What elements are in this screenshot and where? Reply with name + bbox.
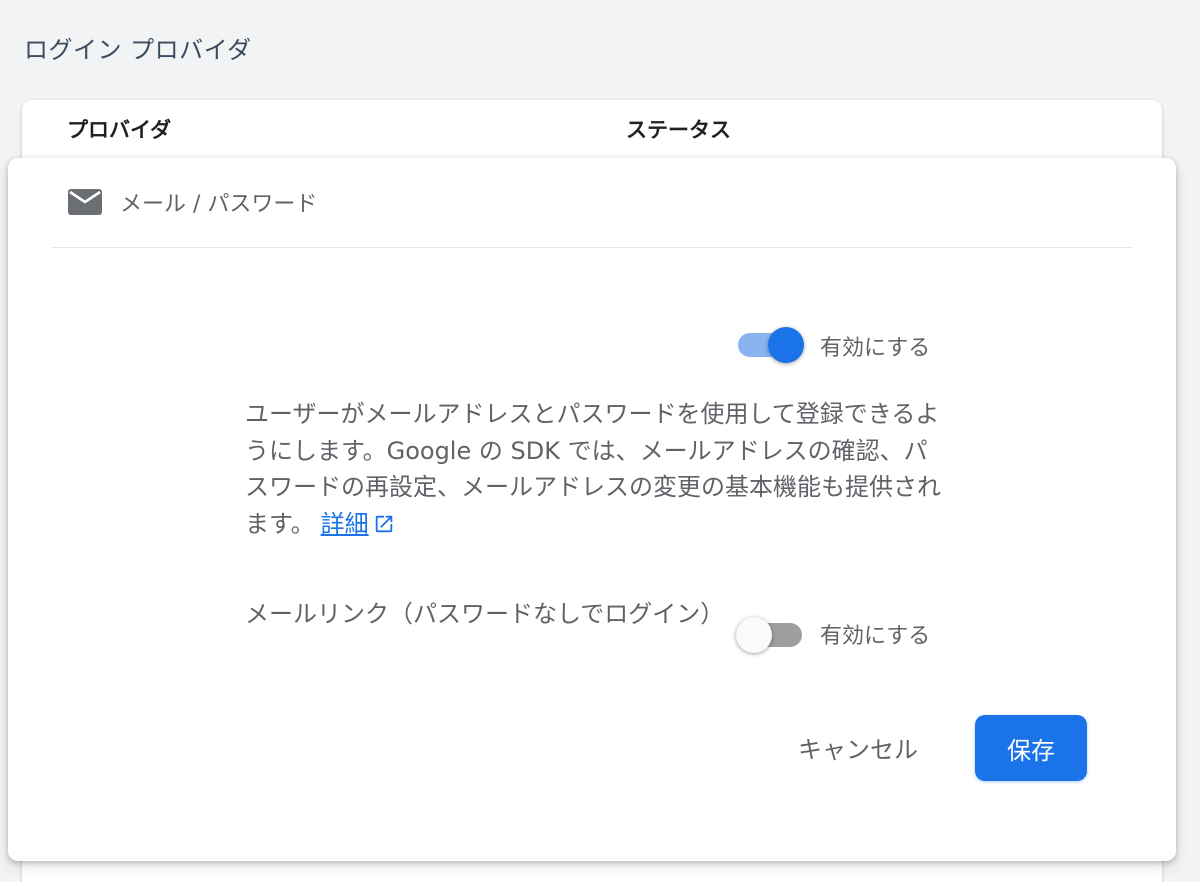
mail-icon xyxy=(68,188,102,216)
open-in-new-icon xyxy=(373,509,395,546)
email-link-toggle-label: 有効にする xyxy=(820,624,931,649)
provider-name: メール / パスワード xyxy=(120,192,318,217)
provider-editor-card: メール / パスワード 有効にする ユーザーがメールアドレスとパスワードを使用し… xyxy=(8,158,1176,861)
save-button[interactable]: 保存 xyxy=(975,715,1087,781)
page: ログイン プロバイダ プロバイダ ステータス メール / パスワード 有効にする xyxy=(0,0,1200,882)
column-header-status: ステータス xyxy=(626,118,731,142)
email-link-toggle-thumb xyxy=(736,617,772,653)
table-header: プロバイダ ステータス xyxy=(22,100,1162,158)
learn-more-label: 詳細 xyxy=(320,509,369,538)
email-link-toggle[interactable] xyxy=(736,614,806,654)
column-header-provider: プロバイダ xyxy=(67,118,172,142)
divider xyxy=(52,247,1132,248)
enable-toggle[interactable] xyxy=(736,324,806,364)
enable-toggle-label: 有効にする xyxy=(820,336,931,361)
provider-row: メール / パスワード xyxy=(68,186,317,218)
provider-description: ユーザーがメールアドレスとパスワードを使用して登録できるようにします。Googl… xyxy=(245,396,945,545)
cancel-button[interactable]: キャンセル xyxy=(798,730,918,765)
section-title: ログイン プロバイダ xyxy=(24,36,252,64)
enable-toggle-thumb xyxy=(768,327,804,363)
email-link-label: メールリンク（パスワードなしでログイン） xyxy=(245,600,725,628)
learn-more-link[interactable]: 詳細 xyxy=(321,510,395,538)
